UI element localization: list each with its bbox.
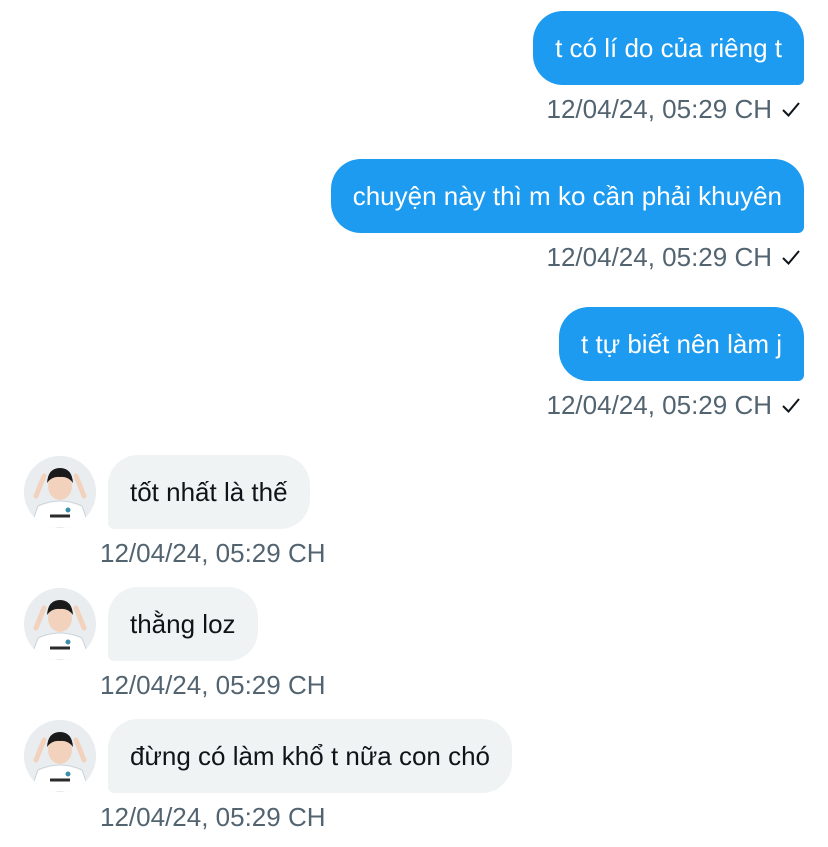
avatar-image (24, 456, 96, 528)
avatar-image (24, 588, 96, 660)
avatar-image (24, 720, 96, 792)
message-timestamp: 12/04/24, 05:29 CH (100, 538, 326, 568)
message-bubble-incoming[interactable]: thằng loz (108, 587, 258, 661)
timestamp-text: 12/04/24, 05:29 CH (546, 390, 773, 420)
user-avatar[interactable] (24, 456, 96, 528)
message-timestamp: 12/04/24, 05:29 CH (547, 390, 803, 420)
user-avatar[interactable] (24, 588, 96, 660)
message-bubble-outgoing[interactable]: t có lí do của riêng t (533, 11, 804, 85)
check-icon (782, 250, 800, 265)
check-icon (782, 102, 800, 117)
message-bubble-outgoing[interactable]: chuyện này thì m ko cần phải khuyên (330, 159, 804, 233)
message-bubble-outgoing[interactable]: t tự biết nên làm j (559, 307, 804, 381)
message-timestamp: 12/04/24, 05:29 CH (100, 670, 326, 700)
message-thread: t có lí do của riêng t 12/04/24, 05:29 C… (0, 0, 828, 847)
message-timestamp: 12/04/24, 05:29 CH (100, 802, 326, 832)
user-avatar[interactable] (24, 720, 96, 792)
message-timestamp: 12/04/24, 05:29 CH (547, 94, 803, 124)
message-bubble-incoming[interactable]: tốt nhất là thế (108, 455, 310, 529)
timestamp-text: 12/04/24, 05:29 CH (546, 242, 773, 272)
message-bubble-incoming[interactable]: đừng có làm khổ t nữa con chó (108, 719, 513, 793)
check-icon (782, 398, 800, 413)
timestamp-text: 12/04/24, 05:29 CH (546, 94, 773, 124)
message-timestamp: 12/04/24, 05:29 CH (547, 242, 803, 272)
